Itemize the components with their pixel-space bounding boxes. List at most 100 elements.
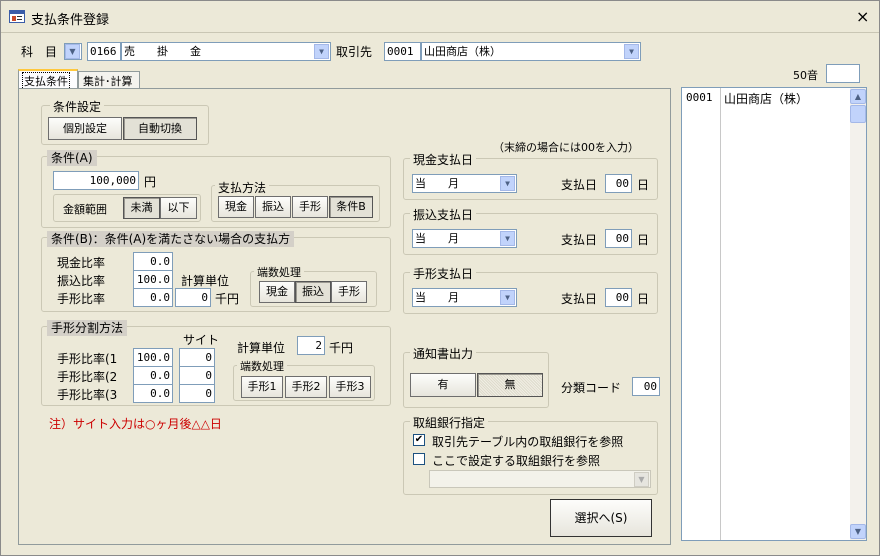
bill-method-button[interactable]: 手形 (292, 196, 328, 218)
bank-option2-checkbox[interactable] (413, 453, 425, 465)
bill-site-1-field[interactable]: 0 (179, 348, 215, 367)
site-label: サイト (183, 333, 220, 347)
site-input-note: 注）サイト入力は○ヶ月後△△日 (49, 417, 222, 431)
less-than-button[interactable]: 未満 (123, 197, 160, 219)
title-bar: 支払条件登録 × (1, 1, 879, 33)
vendor-label: 取引先 (336, 45, 373, 59)
calc-unit-label: 計算単位 (181, 274, 230, 288)
transfer-day-field[interactable]: 00 (605, 229, 632, 248)
scroll-thumb[interactable] (850, 105, 866, 123)
cash-ratio-field[interactable]: 0.0 (133, 252, 173, 271)
auto-switch-button[interactable]: 自動切換 (123, 117, 197, 140)
condition-setting-title: 条件設定 (50, 98, 105, 115)
cash-month-value: 当 月 (415, 177, 459, 190)
chevron-down-icon[interactable]: ▼ (500, 231, 515, 246)
kana-search-input[interactable] (826, 64, 860, 83)
transfer-ratio-field[interactable]: 100.0 (133, 270, 173, 289)
notice-no-button[interactable]: 無 (477, 373, 543, 397)
bill-split-title: 手形分割方法 (47, 320, 128, 336)
bill-ratio-1-field[interactable]: 100.0 (133, 348, 173, 367)
cash-day-suffix: 日 (637, 178, 650, 192)
bank-option2-label: ここで設定する取組銀行を参照 (432, 454, 601, 468)
rounding-cash-button[interactable]: 現金 (259, 281, 295, 303)
condition-b-method-button[interactable]: 条件B (329, 196, 373, 218)
yen-unit: 円 (144, 175, 157, 189)
kana-label: 50音 (793, 69, 818, 82)
or-below-button[interactable]: 以下 (160, 197, 197, 219)
vendor-list-scrollbar[interactable]: ▲ ▼ (850, 88, 866, 540)
tab-payment-terms[interactable]: 支払条件 (18, 69, 78, 90)
bill-ratio-2-field[interactable]: 0.0 (133, 366, 173, 385)
tab-label: 集計･計算 (83, 75, 133, 88)
chevron-down-icon[interactable]: ▼ (634, 472, 649, 487)
vendor-name-select[interactable]: 山田商店（株） ▼ (421, 42, 641, 61)
cash-month-select[interactable]: 当 月 ▼ (412, 174, 517, 193)
bill-day-field[interactable]: 00 (605, 288, 632, 307)
payment-method-title: 支払方法 (215, 179, 270, 196)
scroll-down-icon[interactable]: ▼ (850, 524, 866, 539)
subject-name-select[interactable]: 売 掛 金 ▼ (121, 42, 331, 61)
transfer-method-button[interactable]: 振込 (255, 196, 291, 218)
cash-day-field[interactable]: 00 (605, 174, 632, 193)
cash-method-button[interactable]: 現金 (218, 196, 254, 218)
notice-yes-button[interactable]: 有 (410, 373, 476, 397)
bill-site-3-field[interactable]: 0 (179, 384, 215, 403)
subject-dropdown-button[interactable]: ▼ (64, 43, 82, 60)
bank-select[interactable]: ▼ (429, 470, 651, 488)
vendor-list[interactable]: 0001 山田商店（株） ▲ ▼ (681, 87, 867, 541)
vendor-code-field[interactable]: 0001 (384, 42, 421, 61)
form-icon (9, 10, 25, 23)
go-select-label: 選択へ(S) (574, 511, 628, 525)
window-title: 支払条件登録 (31, 13, 110, 28)
bill-month-value: 当 月 (415, 291, 459, 304)
bill-ratio-3-label: 手形比率(3 (57, 388, 118, 402)
cash-day-title: 現金支払日 (410, 151, 477, 168)
rounding-title: 端数処理 (254, 264, 304, 280)
subject-name-value: 売 掛 金 (124, 45, 201, 58)
bill-ratio-3-field[interactable]: 0.0 (133, 384, 173, 403)
vendor-item-code: 0001 (686, 91, 713, 104)
bill-day-label: 支払日 (561, 292, 598, 306)
tab-totals[interactable]: 集計･計算 (78, 71, 140, 89)
bill-calc-unit-field[interactable]: 2 (297, 336, 325, 355)
rounding-bill3-button[interactable]: 手形3 (329, 376, 371, 398)
bill-site-2-field[interactable]: 0 (179, 366, 215, 385)
chevron-down-icon[interactable]: ▼ (314, 44, 329, 59)
bill-ratio-1-label: 手形比率(1 (57, 352, 118, 366)
chevron-down-icon: ▼ (65, 44, 80, 59)
bill-calc-unit-suffix: 千円 (329, 341, 354, 355)
chevron-down-icon[interactable]: ▼ (624, 44, 639, 59)
cash-day-label: 支払日 (561, 178, 598, 192)
chevron-down-icon[interactable]: ▼ (500, 176, 515, 191)
transfer-ratio-label: 振込比率 (57, 274, 106, 288)
cutoff-note: （末締の場合には00を入力） (493, 141, 639, 154)
subject-code-field[interactable]: 0166 (87, 42, 121, 61)
close-icon[interactable]: × (856, 7, 869, 26)
calc-unit-field[interactable]: 0 (175, 288, 211, 307)
list-item[interactable]: 0001 山田商店（株） (682, 90, 848, 106)
rounding-transfer-button[interactable]: 振込 (295, 281, 331, 303)
bill-day-suffix: 日 (637, 292, 650, 306)
calc-unit-suffix: 千円 (215, 292, 240, 306)
transfer-month-value: 当 月 (415, 232, 459, 245)
bill-month-select[interactable]: 当 月 ▼ (412, 288, 517, 307)
transfer-day-suffix: 日 (637, 233, 650, 247)
scroll-up-icon[interactable]: ▲ (850, 89, 866, 104)
bank-option1-label: 取引先テーブル内の取組銀行を参照 (432, 435, 624, 449)
go-select-button[interactable]: 選択へ(S) (550, 499, 652, 537)
rounding-bill2-button[interactable]: 手形2 (285, 376, 327, 398)
rounding-bill1-button[interactable]: 手形1 (241, 376, 283, 398)
transfer-month-select[interactable]: 当 月 ▼ (412, 229, 517, 248)
manual-setting-button[interactable]: 個別設定 (48, 117, 122, 140)
class-code-field[interactable]: 00 (632, 377, 660, 396)
bank-option1-checkbox[interactable]: ✔ (413, 434, 425, 446)
condition-a-title: 条件(A) (47, 150, 97, 166)
rounding-bill-button[interactable]: 手形 (331, 281, 367, 303)
vendor-item-name: 山田商店（株） (724, 92, 809, 106)
bill-rounding-title: 端数処理 (237, 358, 287, 374)
bill-ratio-field[interactable]: 0.0 (133, 288, 173, 307)
bill-calc-unit-label: 計算単位 (237, 341, 286, 355)
bill-ratio-label: 手形比率 (57, 292, 106, 306)
amount-field[interactable]: 100,000 (53, 171, 139, 190)
chevron-down-icon[interactable]: ▼ (500, 290, 515, 305)
